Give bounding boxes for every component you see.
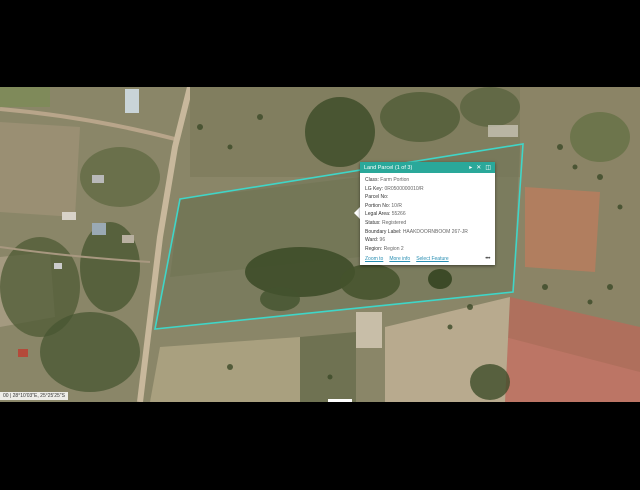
more-info-link[interactable]: More info bbox=[389, 256, 410, 262]
zoom-to-link[interactable]: Zoom to bbox=[365, 256, 383, 262]
field-row-legal-area: Legal Area: 55266 bbox=[365, 211, 406, 218]
popup-body: Class: Farm Portion LG Key: 0R0500000010… bbox=[360, 173, 495, 253]
popup-footer: Zoom to More info Select Feature ••• bbox=[365, 254, 490, 263]
play-next-icon[interactable]: ▸ bbox=[469, 165, 472, 171]
field-row-parcel-no: Parcel No: bbox=[365, 194, 389, 201]
scale-bar bbox=[328, 399, 352, 402]
field-row-portion-no: Portion No: 10/R bbox=[365, 202, 402, 209]
field-row-boundary-label: Boundary Label: HAAKDOORNBOOM 267-JR bbox=[365, 228, 468, 235]
field-row-region: Region: Region 2 bbox=[365, 245, 404, 252]
field-row-status: Status: Registered bbox=[365, 219, 407, 226]
satellite-map[interactable]: 00 | 28°10'03"E, 25°25'25"S Land Parcel … bbox=[0, 87, 640, 402]
close-icon[interactable]: ✕ bbox=[476, 165, 481, 171]
popup-title: Land Parcel (1 of 3) bbox=[364, 164, 413, 171]
satellite-imagery bbox=[0, 87, 640, 402]
overflow-menu-icon[interactable]: ••• bbox=[485, 256, 490, 262]
coordinate-readout: 00 | 28°10'03"E, 25°25'25"S bbox=[0, 392, 68, 400]
select-feature-link[interactable]: Select Feature bbox=[416, 256, 449, 262]
field-row-class: Class: Farm Portion bbox=[365, 177, 410, 183]
popup-header: Land Parcel (1 of 3) ▸ ✕ ◫ bbox=[360, 162, 495, 173]
land-parcel-popup: Land Parcel (1 of 3) ▸ ✕ ◫ Class: Farm P… bbox=[360, 162, 495, 265]
maximize-icon[interactable]: ◫ bbox=[485, 165, 491, 171]
field-row-ward: Ward: 96 bbox=[365, 237, 386, 244]
field-row-lg-key: LG Key: 0R0500000010/R bbox=[365, 185, 424, 192]
screenshot-frame: 00 | 28°10'03"E, 25°25'25"S Land Parcel … bbox=[0, 0, 640, 490]
